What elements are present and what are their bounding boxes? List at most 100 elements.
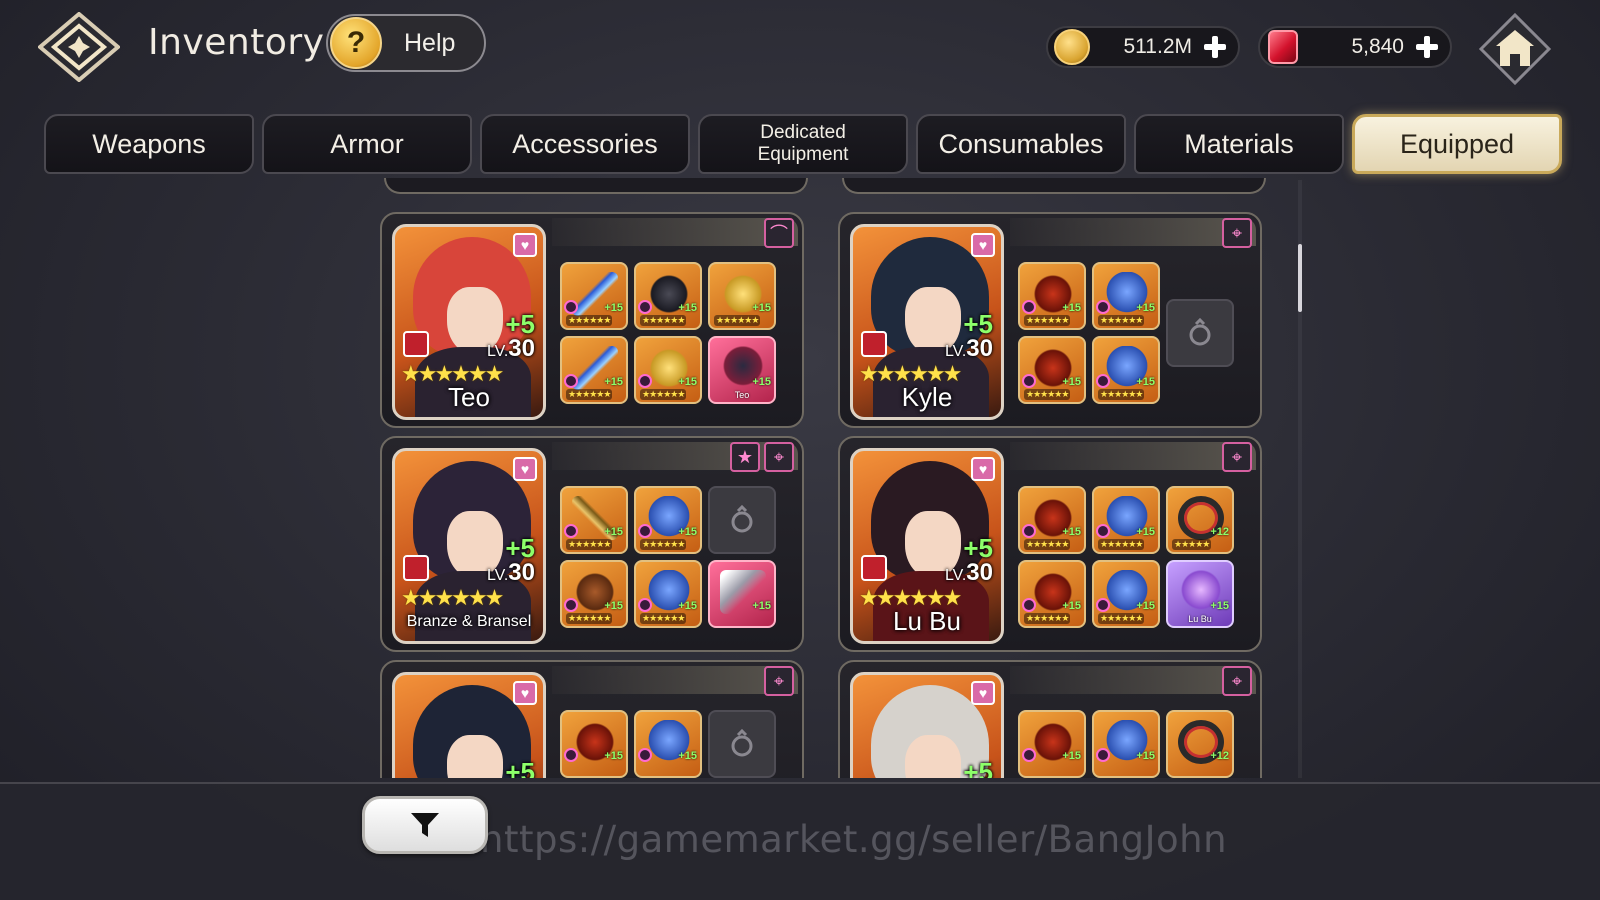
equipment-slot[interactable]: +15 [1092,710,1160,778]
ring-slot-icon [1189,318,1211,346]
hero-card-kyle[interactable]: ⌖ ♥ +5 LV.30 ★★★★★★ Kyle +15 ★★★★★★ +15 ★★… [838,212,1262,428]
hero-portrait[interactable]: ♥ +5 [850,672,1004,778]
item-stars: ★★★★★★ [1024,389,1071,400]
ring-slot-icon [731,729,753,757]
item-plus: +15 [1062,302,1081,314]
equipment-slot[interactable]: +15 ★★★★★★ [634,336,702,404]
hero-portrait[interactable]: ♥ +5 [392,672,546,778]
equipment-slot[interactable]: +15 ★★★★★★ [1092,262,1160,330]
crosshair-type-icon [1096,374,1110,388]
hero-plus: +5 [963,757,993,778]
hero-level: LV.30 [944,559,993,586]
equipment-slot[interactable]: +15 ★★★★★★ [1092,560,1160,628]
hero-card-lu-bu[interactable]: ⌖ ♥ +5 LV.30 ★★★★★★ Lu Bu +15 ★★★★★★ +15 ★… [838,436,1262,652]
item-stars: ★★★★★★ [1024,539,1071,550]
tab-weapons[interactable]: Weapons [44,114,254,174]
star-type-icon [564,598,578,612]
crosshair-type-icon [1022,374,1036,388]
card-header-bar [1010,442,1256,470]
gem-amount: 5,840 [1351,35,1404,58]
item-plus: +15 [1210,600,1229,612]
hero-name: Teo [448,382,490,412]
hero-card-partial-right[interactable]: ⌖ ♥ +5 +15 +15 +12 [838,660,1262,778]
hero-card-teo[interactable]: ⌒ ♥ +5 LV.30 ★★★★★★ Teo +15 ★★★★★★ +15 ★★★… [380,212,804,428]
equipment-slot[interactable]: +12 [1166,710,1234,778]
filter-button[interactable] [362,796,488,854]
equipped-hero-list: ⌒ ♥ +5 LV.30 ★★★★★★ Teo +15 ★★★★★★ +15 ★★★… [380,178,1300,778]
home-icon [1478,12,1552,86]
equipment-grid: +15 ★★★★★★ +15 ★★★★★★ +15 ★★★★★★ +15 ★★★★★★ [1018,262,1234,404]
tab-materials[interactable]: Materials [1134,114,1344,174]
card-header-bar [552,666,798,694]
item-stars: ★★★★★★ [1024,315,1071,326]
equipment-slot[interactable]: +15 ★★★★★★ [560,560,628,628]
tab-equipped[interactable]: Equipped [1352,114,1562,174]
empty-ring-slot[interactable] [708,710,776,778]
equipment-slot[interactable]: +15 ★★★★★★ [1018,336,1086,404]
item-stars: ★★★★★★ [640,613,687,624]
tab-armor[interactable]: Armor [262,114,472,174]
equipment-slot[interactable]: +15 ★★★★★★ [1018,262,1086,330]
add-gold-button[interactable] [1202,34,1228,60]
equipment-slot[interactable]: +15 ★★★★★★ [1018,486,1086,554]
hero-card-partial-left[interactable]: ⌖ ♥ +5 +15 +15 [380,660,804,778]
hero-portrait-face [905,735,961,778]
crosshair-type-icon [638,748,652,762]
dedicated-equipment-slot[interactable]: +15 [708,560,776,628]
item-plus: +15 [678,526,697,538]
menu-logo-button[interactable] [38,12,120,82]
equipment-slot[interactable]: +15 ★★★★★★ [560,262,628,330]
crosshair-type-icon [638,524,652,538]
add-gem-button[interactable] [1414,34,1440,60]
item-stars: ★★★★★★ [566,315,613,326]
equipment-slot[interactable]: +15 ★★★★★★ [634,486,702,554]
hero-card-branze-bransel[interactable]: ★ ⌖ ♥ +5 LV.30 ★★★★★★ Branze & Bransel +… [380,436,804,652]
empty-ring-slot[interactable] [708,486,776,554]
item-stars: ★★★★★★ [1098,539,1145,550]
home-button[interactable] [1478,12,1552,86]
partial-card-top-left [384,178,808,194]
partial-card-top-right [842,178,1266,194]
equipment-slot[interactable]: +15 ★★★★★★ [560,486,628,554]
tab-consumables[interactable]: Consumables [916,114,1126,174]
heart-badge-icon: ♥ [971,457,995,481]
hero-portrait[interactable]: ♥ +5 LV.30 ★★★★★★ Branze & Bransel [392,448,546,644]
tab-accessories[interactable]: Accessories [480,114,690,174]
hero-portrait[interactable]: ♥ +5 LV.30 ★★★★★★ Kyle [850,224,1004,420]
equipment-slot[interactable]: +12 ★★★★★ [1166,486,1234,554]
equipment-slot[interactable]: +15 ★★★★★★ [634,262,702,330]
item-stars: ★★★★★ [1172,539,1212,550]
item-plus: +15 [678,600,697,612]
crosshair-tag-icon: ⌖ [764,442,794,472]
crosshair-type-icon [1096,598,1110,612]
hero-level: LV.30 [944,335,993,362]
equipment-slot[interactable]: +15 ★★★★★★ [1092,486,1160,554]
item-stars: ★★★★★★ [566,539,613,550]
equipment-slot[interactable]: +15 ★★★★★★ [1092,336,1160,404]
heart-badge-icon: ♥ [971,233,995,257]
hero-portrait[interactable]: ♥ +5 LV.30 ★★★★★★ Lu Bu [850,448,1004,644]
equipment-slot[interactable]: +15 ★★★★★★ [708,262,776,330]
equipment-slot[interactable]: +15 [560,710,628,778]
card-header-bar [552,218,798,246]
bow-tag-icon: ⌒ [764,218,794,248]
crosshair-tag-icon: ⌖ [1222,666,1252,696]
crosshair-type-icon [564,748,578,762]
dedicated-equipment-slot[interactable]: +15 Lu Bu [1166,560,1234,628]
item-stars: ★★★★★★ [640,389,687,400]
hero-portrait[interactable]: ♥ +5 LV.30 ★★★★★★ Teo [392,224,546,420]
equipment-slot[interactable]: +15 [634,710,702,778]
heart-badge-icon: ♥ [513,457,537,481]
equipment-slot[interactable]: +15 ★★★★★★ [1018,560,1086,628]
crosshair-type-icon [1096,524,1110,538]
item-stars: ★★★★★★ [1098,389,1145,400]
item-plus: +15 [1136,600,1155,612]
sword-class-icon [861,555,887,581]
empty-ring-slot[interactable] [1166,299,1234,367]
equipment-slot[interactable]: +15 ★★★★★★ [634,560,702,628]
dedicated-equipment-slot[interactable]: +15 Teo [708,336,776,404]
tab-dedicated-equipment[interactable]: Dedicated Equipment [698,114,908,174]
equipment-slot[interactable]: +15 ★★★★★★ [560,336,628,404]
equipment-slot[interactable]: +15 [1018,710,1086,778]
help-button[interactable]: ? Help [326,14,486,72]
